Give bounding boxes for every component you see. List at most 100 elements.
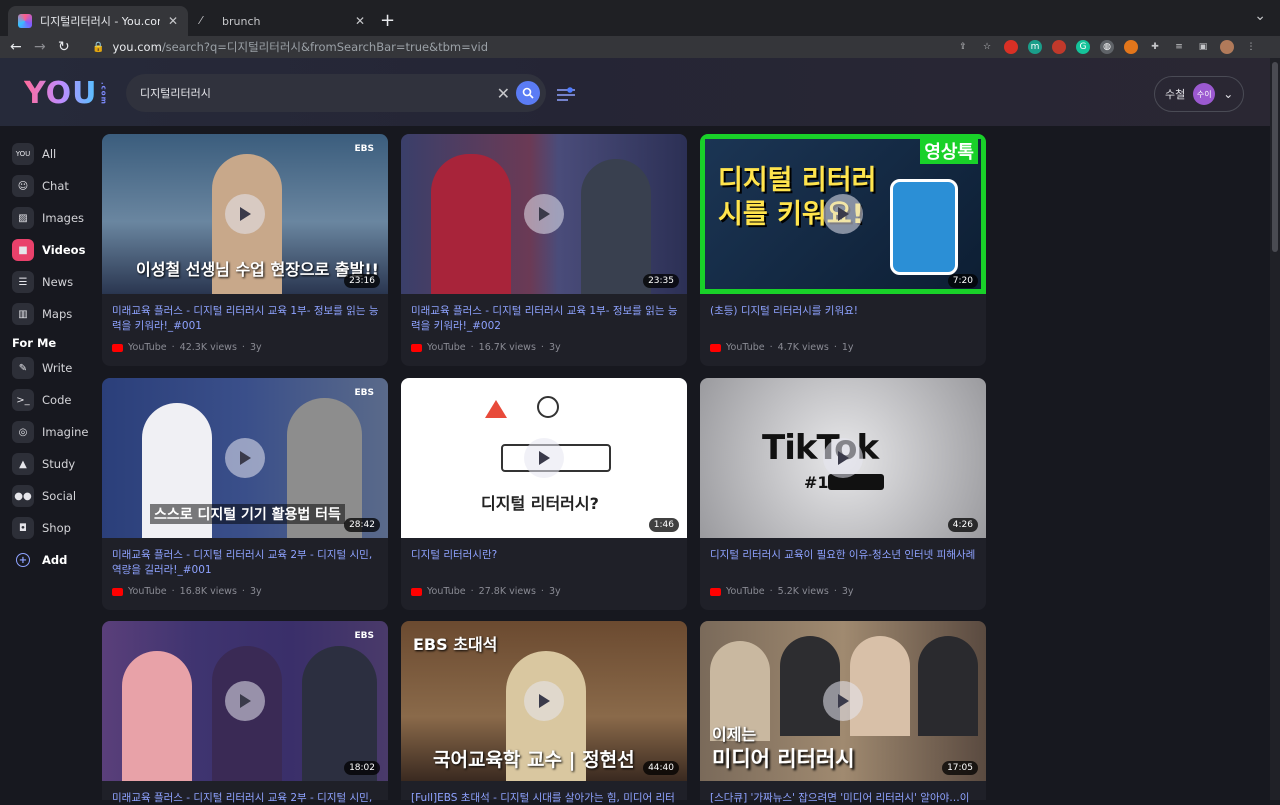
globe-icon[interactable]: ◍ bbox=[1100, 40, 1114, 54]
video-card[interactable]: 23:35 미래교육 플러스 - 디지털 리터러시 교육 1부- 정보를 읽는 … bbox=[401, 134, 687, 366]
tab-search-chevron-icon[interactable]: ⌄ bbox=[1254, 8, 1266, 24]
add-button[interactable]: + Add bbox=[12, 548, 67, 572]
puzzle-icon[interactable]: ✚ bbox=[1148, 40, 1162, 54]
duration-badge: 18:02 bbox=[344, 761, 380, 775]
duration-badge: 1:46 bbox=[648, 518, 679, 532]
sidebar-item-imagine[interactable]: ◎ Imagine bbox=[12, 420, 89, 444]
duration-badge: 44:40 bbox=[643, 761, 679, 775]
video-card[interactable]: EBS 초대석 국어교육학 교수 | 정현선 44:40 [Full]EBS 초… bbox=[401, 621, 687, 804]
sidebar-item-news[interactable]: ☰ News bbox=[12, 270, 73, 294]
video-card[interactable]: 이제는 미디어 리터러시 17:05 [스다큐] '가짜뉴스' 잡으려면 '미디… bbox=[700, 621, 986, 804]
share-icon[interactable]: ⇪ bbox=[956, 40, 970, 54]
reading-list-icon[interactable]: ≡ bbox=[1172, 40, 1186, 54]
tab-brunch[interactable]: ⁄ brunch ✕ bbox=[190, 6, 375, 36]
video-thumbnail[interactable]: EBS 초대석 국어교육학 교수 | 정현선 44:40 bbox=[401, 621, 687, 781]
extension-m-icon[interactable]: m bbox=[1028, 40, 1042, 54]
extension-red-icon[interactable] bbox=[1004, 40, 1018, 54]
video-title[interactable]: (초등) 디지털 리터러시를 키워요! bbox=[710, 304, 978, 319]
video-card[interactable]: 디지털 리터러시? 1:46 디지털 리터러시란? YouTube · 27.8K … bbox=[401, 378, 687, 610]
back-icon[interactable]: ← bbox=[10, 36, 22, 58]
bookmark-star-icon[interactable]: ☆ bbox=[980, 40, 994, 54]
video-age: 3y bbox=[841, 586, 854, 597]
play-button[interactable] bbox=[225, 681, 265, 721]
sidebar-item-shop[interactable]: ◘ Shop bbox=[12, 516, 71, 540]
play-button[interactable] bbox=[823, 681, 863, 721]
video-card[interactable]: 영상톡 디지털 리터러시를 키워요! 7:20 (초등) 디지털 리터러시를 키… bbox=[700, 134, 986, 366]
video-card[interactable]: EBS 이성철 선생님 수업 현장으로 출발!! 23:16 미래교육 플러스 … bbox=[102, 134, 388, 366]
clear-search-icon[interactable]: ✕ bbox=[497, 84, 510, 103]
search-button[interactable] bbox=[516, 81, 540, 105]
person-silhouette bbox=[431, 154, 511, 294]
search-input[interactable]: 디지털리터러시 ✕ bbox=[126, 74, 546, 112]
duration-badge: 4:26 bbox=[947, 518, 978, 532]
video-thumbnail[interactable]: TikTok #1 4:26 bbox=[700, 378, 986, 538]
extension-flag-icon[interactable] bbox=[1052, 40, 1066, 54]
youtube-icon bbox=[710, 343, 721, 352]
reload-icon[interactable]: ↻ bbox=[58, 36, 70, 58]
sidebar-item-images[interactable]: ▨ Images bbox=[12, 206, 84, 230]
video-thumbnail[interactable]: EBS 18:02 bbox=[102, 621, 388, 781]
play-icon bbox=[838, 207, 849, 221]
sidebar-item-chat[interactable]: ☺ Chat bbox=[12, 174, 69, 198]
address-bar[interactable]: 🔒 you.com/search?q=디지털리터러시&fromSearchBar… bbox=[84, 37, 956, 57]
close-tab-icon[interactable]: ✕ bbox=[355, 14, 365, 28]
video-thumbnail[interactable]: 이제는 미디어 리터러시 17:05 bbox=[700, 621, 986, 781]
youtube-icon bbox=[411, 343, 422, 352]
video-thumbnail[interactable]: 23:35 bbox=[401, 134, 687, 294]
video-title[interactable]: 디지털 리터러시란? bbox=[411, 548, 679, 563]
sidebar-item-videos[interactable]: ■ Videos bbox=[12, 238, 85, 262]
scrollbar[interactable] bbox=[1270, 58, 1280, 800]
video-thumbnail[interactable]: 디지털 리터러시? 1:46 bbox=[401, 378, 687, 538]
brunch-favicon-icon: ⁄ bbox=[200, 14, 202, 27]
video-thumbnail[interactable]: EBS 이성철 선생님 수업 현장으로 출발!! 23:16 bbox=[102, 134, 388, 294]
atom-illustration bbox=[537, 396, 559, 418]
video-title[interactable]: 미래교육 플러스 - 디지털 리터러시 교육 1부- 정보를 읽는 능력을 키워… bbox=[112, 304, 380, 334]
scrollbar-thumb[interactable] bbox=[1272, 62, 1278, 252]
video-thumbnail[interactable]: EBS 스스로 디지털 기기 활용법 터득 28:42 bbox=[102, 378, 388, 538]
forward-icon[interactable]: → bbox=[34, 36, 46, 58]
sidebar-item-maps[interactable]: ▥ Maps bbox=[12, 302, 72, 326]
play-button[interactable] bbox=[823, 194, 863, 234]
filter-settings-icon[interactable] bbox=[556, 86, 576, 105]
play-button[interactable] bbox=[524, 438, 564, 478]
video-card[interactable]: TikTok #1 4:26 디지털 리터러시 교육이 필요한 이유-청소년 인… bbox=[700, 378, 986, 610]
video-title[interactable]: [Full]EBS 초대석 - 디지털 시대를 살아가는 힘, 미디어 리터러시… bbox=[411, 791, 679, 805]
video-age: 3y bbox=[548, 342, 561, 353]
play-icon bbox=[539, 451, 550, 465]
new-tab-button[interactable]: + bbox=[380, 10, 395, 31]
video-title[interactable]: 미래교육 플러스 - 디지털 리터러시 교육 2부 - 디지털 시민, 역량 bbox=[112, 791, 380, 805]
user-menu[interactable]: 수철 수이 ⌄ bbox=[1154, 76, 1244, 112]
thumb-badge: EBS bbox=[354, 631, 375, 641]
sidebar-item-study[interactable]: ▲ Study bbox=[12, 452, 75, 476]
sidebar-item-social[interactable]: ●● Social bbox=[12, 484, 76, 508]
you-logo[interactable]: YOU .com bbox=[24, 76, 108, 111]
play-button[interactable] bbox=[225, 194, 265, 234]
duration-badge: 17:05 bbox=[942, 761, 978, 775]
video-title[interactable]: 미래교육 플러스 - 디지털 리터러시 교육 1부- 정보를 읽는 능력을 키워… bbox=[411, 304, 679, 334]
triangle-shape bbox=[485, 400, 507, 418]
sidebar-item-all[interactable]: YOU All bbox=[12, 142, 56, 166]
menu-kebab-icon[interactable]: ⋮ bbox=[1244, 40, 1258, 54]
metamask-icon[interactable] bbox=[1124, 40, 1138, 54]
play-button[interactable] bbox=[225, 438, 265, 478]
video-thumbnail[interactable]: 영상톡 디지털 리터러시를 키워요! 7:20 bbox=[700, 134, 986, 294]
profile-avatar-icon[interactable] bbox=[1220, 40, 1234, 54]
tab-you-search[interactable]: 디지털리터러시 - You.com | The A ✕ bbox=[8, 6, 188, 36]
sidebar-item-label: Maps bbox=[42, 307, 73, 321]
sidebar-item-code[interactable]: >_ Code bbox=[12, 388, 71, 412]
play-button[interactable] bbox=[823, 438, 863, 478]
logo-suffix: .com bbox=[99, 82, 108, 105]
play-button[interactable] bbox=[524, 194, 564, 234]
video-card[interactable]: EBS 스스로 디지털 기기 활용법 터득 28:42 미래교육 플러스 - 디… bbox=[102, 378, 388, 610]
video-card[interactable]: EBS 18:02 미래교육 플러스 - 디지털 리터러시 교육 2부 - 디지… bbox=[102, 621, 388, 804]
grammarly-icon[interactable]: G bbox=[1076, 40, 1090, 54]
search-query: 디지털리터러시 bbox=[140, 87, 211, 100]
person-silhouette bbox=[581, 159, 651, 294]
side-panel-icon[interactable]: ▣ bbox=[1196, 40, 1210, 54]
video-title[interactable]: [스다큐] '가짜뉴스' 잡으려면 '미디어 리터러시' 알아야…이제는 미 bbox=[710, 791, 978, 805]
close-tab-icon[interactable]: ✕ bbox=[168, 14, 178, 28]
video-title[interactable]: 디지털 리터러시 교육이 필요한 이유-청소년 인터넷 피해사례 bbox=[710, 548, 978, 563]
video-title[interactable]: 미래교육 플러스 - 디지털 리터러시 교육 2부 - 디지털 시민, 역량을 … bbox=[112, 548, 380, 578]
play-button[interactable] bbox=[524, 681, 564, 721]
sidebar-item-write[interactable]: ✎ Write bbox=[12, 356, 72, 380]
